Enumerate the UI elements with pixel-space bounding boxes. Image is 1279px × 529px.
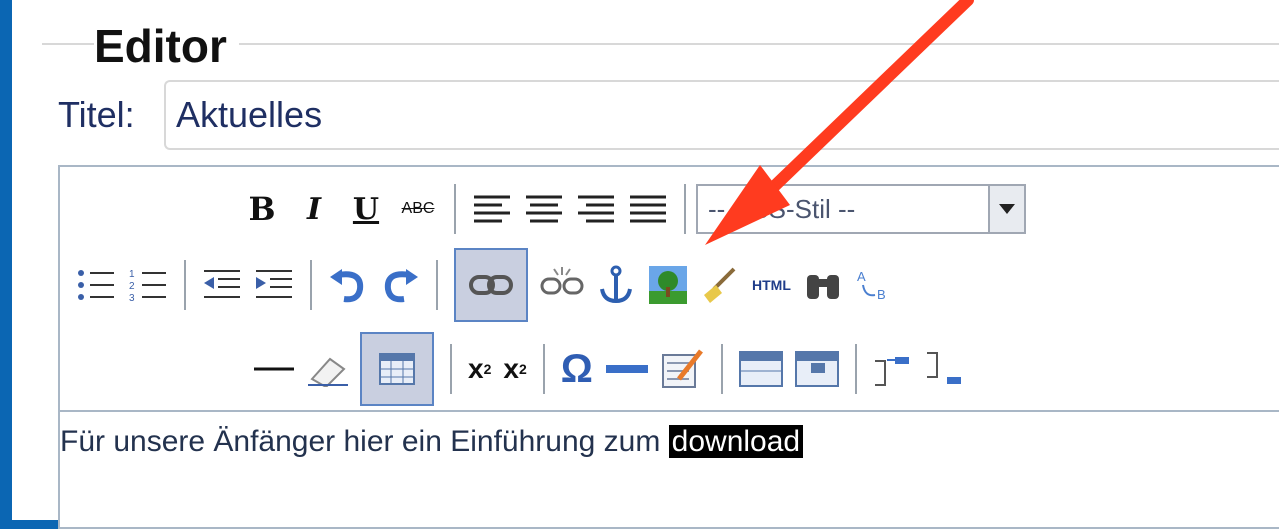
- insert-row-icon: [874, 357, 909, 386]
- underline-button[interactable]: U: [346, 181, 386, 237]
- table-properties-button[interactable]: [738, 341, 783, 397]
- editor-content[interactable]: Für unsere Änfänger hier ein Einführung …: [60, 422, 804, 462]
- insert-link-button[interactable]: [454, 248, 528, 322]
- css-style-value: -- CSS-Stil --: [708, 193, 856, 224]
- undo-button[interactable]: [328, 257, 368, 313]
- horizontal-rule-icon: [254, 367, 294, 371]
- toolbar-separator: [854, 344, 857, 394]
- align-left-button[interactable]: [472, 181, 512, 237]
- strikethrough-button[interactable]: ABC: [398, 181, 438, 237]
- svg-text:3: 3: [129, 293, 135, 303]
- insert-row-after-icon: [926, 352, 961, 384]
- align-left-icon: [474, 195, 510, 223]
- image-icon: [649, 266, 687, 304]
- toolbar-separator: [450, 344, 452, 394]
- insert-row-after-button[interactable]: [925, 341, 965, 397]
- selected-link-text[interactable]: download: [668, 425, 804, 458]
- anchor-icon: [600, 265, 632, 304]
- toolbar-separator: [436, 260, 438, 310]
- omega-icon: Ω: [560, 346, 593, 391]
- bullet-list-button[interactable]: [76, 257, 116, 313]
- horizontal-rule-button[interactable]: [252, 341, 296, 397]
- chevron-down-icon[interactable]: [988, 186, 1024, 232]
- align-right-button[interactable]: [576, 181, 616, 237]
- numbered-list-icon: 123: [129, 269, 166, 303]
- align-justify-button[interactable]: [628, 181, 668, 237]
- editor-toolbar: B I U ABC -- CSS-Stil -- 1 2 3 HTML A B …: [60, 167, 1279, 410]
- svg-text:2: 2: [129, 281, 135, 292]
- editor-legend: Editor: [94, 18, 239, 74]
- rule-icon: [605, 365, 648, 373]
- special-char-button[interactable]: Ω: [561, 341, 593, 397]
- table-properties-icon: [738, 351, 783, 387]
- svg-text:1: 1: [129, 269, 135, 280]
- title-input[interactable]: Aktuelles: [164, 80, 1279, 150]
- toolbar-separator: [720, 344, 723, 394]
- italic-button[interactable]: I: [294, 181, 334, 237]
- table-icon: [379, 353, 415, 385]
- toolbar-divider: [60, 410, 1279, 412]
- toolbar-row-2: 123 HTML A B: [70, 248, 901, 322]
- link-icon: [469, 275, 513, 295]
- broom-icon: [704, 267, 736, 303]
- toolbar-separator: [184, 260, 186, 310]
- content-text: Für unsere Änfänger hier ein Einführung …: [60, 425, 669, 458]
- cell-properties-button[interactable]: [794, 341, 839, 397]
- clean-format-button[interactable]: [700, 257, 740, 313]
- align-center-button[interactable]: [524, 181, 564, 237]
- find-button[interactable]: [803, 257, 843, 313]
- bold-button[interactable]: B: [242, 181, 282, 237]
- toolbar-separator: [542, 344, 545, 394]
- bullet-list-icon: [78, 270, 114, 300]
- form-button[interactable]: [661, 341, 705, 397]
- superscript-label: x: [503, 353, 519, 384]
- toolbar-row-1: B I U ABC -- CSS-Stil --: [236, 175, 1026, 243]
- superscript-button[interactable]: x2: [503, 341, 526, 397]
- anchor-button[interactable]: [596, 257, 636, 313]
- cell-properties-icon: [794, 351, 839, 387]
- align-justify-icon: [630, 195, 666, 223]
- toolbar-row-3: x2 x2 Ω: [246, 332, 971, 406]
- toolbar-separator: [684, 184, 686, 234]
- editor-panel: Editor Titel: Aktuelles B I U ABC -- CSS…: [12, 0, 1279, 529]
- outdent-icon: [204, 270, 240, 298]
- toolbar-separator: [454, 184, 456, 234]
- unlink-icon: [540, 267, 584, 295]
- html-source-button[interactable]: HTML: [752, 257, 791, 313]
- rich-text-editor: B I U ABC -- CSS-Stil -- 1 2 3 HTML A B …: [58, 165, 1279, 529]
- svg-text:A: A: [857, 269, 866, 284]
- form-edit-icon: [661, 349, 703, 388]
- insert-rule-button[interactable]: [605, 341, 649, 397]
- undo-icon: [330, 269, 364, 303]
- remove-link-button[interactable]: [540, 257, 584, 313]
- outdent-button[interactable]: [202, 257, 242, 313]
- replace-icon: AB: [857, 269, 886, 302]
- insert-row-before-button[interactable]: [873, 341, 913, 397]
- subscript-button[interactable]: x2: [468, 341, 491, 397]
- indent-icon: [256, 270, 292, 298]
- eraser-button[interactable]: [308, 341, 348, 397]
- insert-table-button[interactable]: [360, 332, 434, 406]
- replace-button[interactable]: AB: [855, 257, 895, 313]
- indent-button[interactable]: [254, 257, 294, 313]
- subscript-label: x: [468, 353, 484, 384]
- align-right-icon: [578, 195, 614, 223]
- insert-image-button[interactable]: [648, 257, 688, 313]
- numbered-list-button[interactable]: 123: [128, 257, 168, 313]
- title-label: Titel:: [58, 94, 135, 135]
- css-style-select[interactable]: -- CSS-Stil --: [696, 184, 1026, 234]
- eraser-icon: [308, 357, 348, 387]
- redo-button[interactable]: [380, 257, 420, 313]
- binoculars-icon: [806, 275, 839, 299]
- svg-text:B: B: [877, 287, 886, 302]
- align-center-icon: [526, 195, 562, 223]
- toolbar-separator: [310, 260, 312, 310]
- redo-icon: [384, 269, 418, 303]
